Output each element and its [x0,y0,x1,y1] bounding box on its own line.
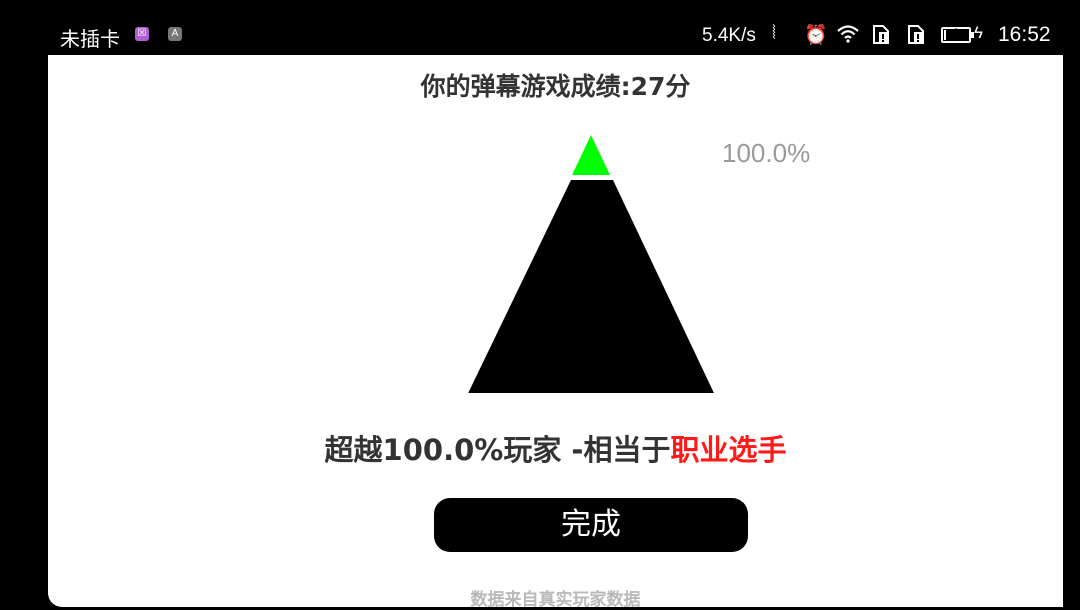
carrier-label: 未插卡 [60,29,120,51]
app-notification-icon: ☒ [135,27,149,41]
battery-icon: 9 [941,27,974,43]
sim-card-2-icon [906,23,928,51]
percent-label: 100.0% [722,138,811,168]
sim-card-icon [871,23,893,51]
a-notification-icon: A [168,27,182,41]
status-bar: 未插卡 ☒ A 5.4K/s ⦚ ⏰ 9 ϟ 16:52 [48,15,1080,55]
result-panel: 你的弹幕游戏成绩:27分 100.0% 超越100.0%玩家 -相当于职业选手 … [48,55,1063,610]
rank-title: 职业选手 [670,433,787,467]
vibrate-icon: ⦚ [772,23,776,44]
done-button[interactable]: 完成 [434,498,748,552]
clock: 16:52 [998,23,1051,46]
rank-pyramid [468,135,714,393]
battery-level: 9 [952,27,960,39]
result-summary: 超越100.0%玩家 -相当于职业选手 [48,427,1063,469]
pyramid-tip [572,135,610,175]
result-prefix: 超越100.0%玩家 -相当于 [324,433,671,467]
charging-icon: ϟ [974,23,983,42]
pyramid-body [468,180,714,393]
network-speed: 5.4K/s [702,25,756,46]
wifi-icon [836,23,860,49]
score-title: 你的弹幕游戏成绩:27分 [420,72,691,101]
alarm-icon: ⏰ [804,25,828,46]
screen-edge [1063,55,1080,607]
data-source-note: 数据来自真实玩家数据 [470,590,641,610]
